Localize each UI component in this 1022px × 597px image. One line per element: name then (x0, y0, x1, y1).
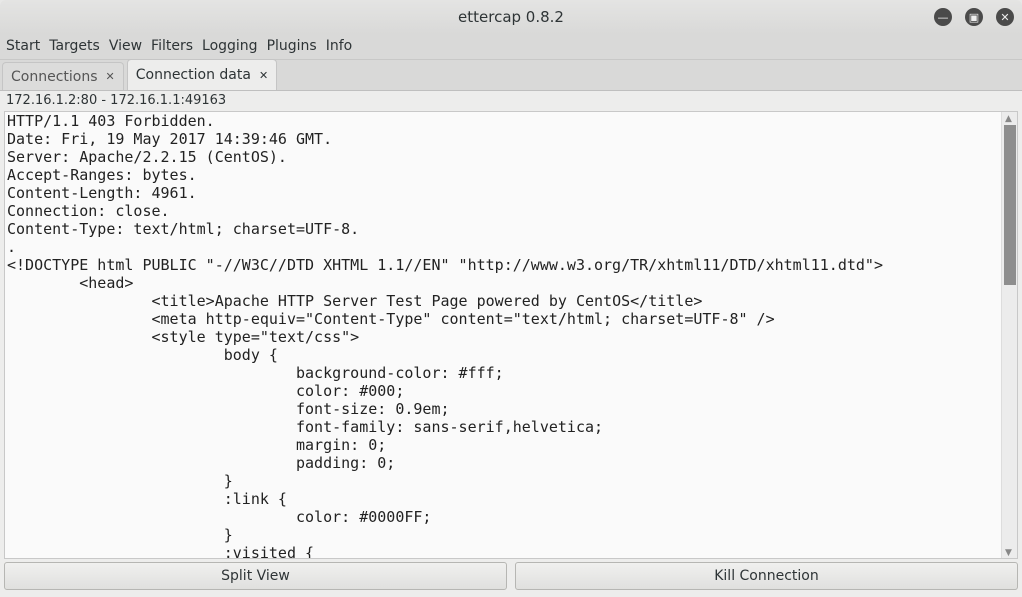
data-line: Server: Apache/2.2.15 (CentOS). (7, 148, 287, 166)
connection-data-text: HTTP/1.1 403 Forbidden. Date: Fri, 19 Ma… (5, 112, 1017, 559)
tab-bar: Connections ✕ Connection data ✕ (0, 59, 1022, 91)
data-line: padding: 0; (295, 454, 396, 472)
menu-plugins[interactable]: Plugins (267, 34, 322, 59)
data-line: <!DOCTYPE html PUBLIC "-//W3C//DTD XHTML… (7, 256, 883, 274)
menu-targets[interactable]: Targets (49, 34, 105, 59)
data-line: body { (223, 346, 278, 364)
title-bar: ettercap 0.8.2 — ▣ ✕ (0, 0, 1022, 34)
connection-endpoints: 172.16.1.2:80 - 172.16.1.1:49163 (6, 93, 227, 108)
data-line: :visited { (223, 544, 315, 559)
close-tab-icon[interactable]: ✕ (259, 69, 268, 82)
menu-bar: Start Targets View Filters Logging Plugi… (0, 34, 1022, 60)
data-line: } (223, 526, 233, 544)
close-tab-icon[interactable]: ✕ (106, 70, 115, 83)
data-line: margin: 0; (295, 436, 387, 454)
data-line: background-color: #fff; (295, 364, 504, 382)
close-icon[interactable]: ✕ (996, 8, 1014, 26)
data-line: font-size: 0.9em; (295, 400, 450, 418)
data-line: <title>Apache HTTP Server Test Page powe… (151, 292, 703, 310)
data-line: <style type="text/css"> (151, 328, 360, 346)
data-line: Date: Fri, 19 May 2017 14:39:46 GMT. (7, 130, 333, 148)
menu-start[interactable]: Start (6, 34, 45, 59)
data-line: } (223, 472, 233, 490)
data-line: font-family: sans-serif,helvetica; (295, 418, 604, 436)
tab-label: Connection data (135, 67, 251, 83)
connection-data-view[interactable]: HTTP/1.1 403 Forbidden. Date: Fri, 19 Ma… (4, 111, 1018, 559)
data-line: Content-Type: text/html; charset=UTF-8. (7, 220, 360, 238)
data-line: color: #0000FF; (295, 508, 432, 526)
minimize-icon[interactable]: — (934, 8, 952, 26)
scroll-down-icon[interactable]: ▼ (1005, 548, 1012, 558)
data-line: <meta http-equiv="Content-Type" content=… (151, 310, 775, 328)
data-line: color: #000; (295, 382, 405, 400)
menu-view[interactable]: View (109, 34, 147, 59)
tab-connection-data[interactable]: Connection data ✕ (126, 59, 278, 90)
maximize-icon[interactable]: ▣ (965, 8, 983, 26)
menu-filters[interactable]: Filters (151, 34, 198, 59)
split-view-button[interactable]: Split View (4, 562, 507, 590)
data-line: Content-Length: 4961. (7, 184, 197, 202)
data-line: Accept-Ranges: bytes. (7, 166, 197, 184)
tab-connections[interactable]: Connections ✕ (2, 62, 124, 90)
vertical-scrollbar[interactable]: ▲ ▼ (1001, 112, 1017, 558)
data-line: Connection: close. (7, 202, 170, 220)
connection-data-panel: 172.16.1.2:80 - 172.16.1.1:49163 HTTP/1.… (0, 91, 1022, 597)
tab-label: Connections (11, 68, 98, 85)
window-title: ettercap 0.8.2 (458, 8, 564, 26)
scrollbar-thumb[interactable] (1004, 125, 1016, 285)
scroll-up-icon[interactable]: ▲ (1005, 114, 1012, 124)
data-line: . (7, 238, 17, 256)
data-line: <head> (79, 274, 134, 292)
kill-connection-button[interactable]: Kill Connection (515, 562, 1018, 590)
menu-logging[interactable]: Logging (202, 34, 263, 59)
data-line: :link { (223, 490, 287, 508)
data-line: HTTP/1.1 403 Forbidden. (7, 112, 215, 130)
menu-info[interactable]: Info (326, 34, 358, 59)
